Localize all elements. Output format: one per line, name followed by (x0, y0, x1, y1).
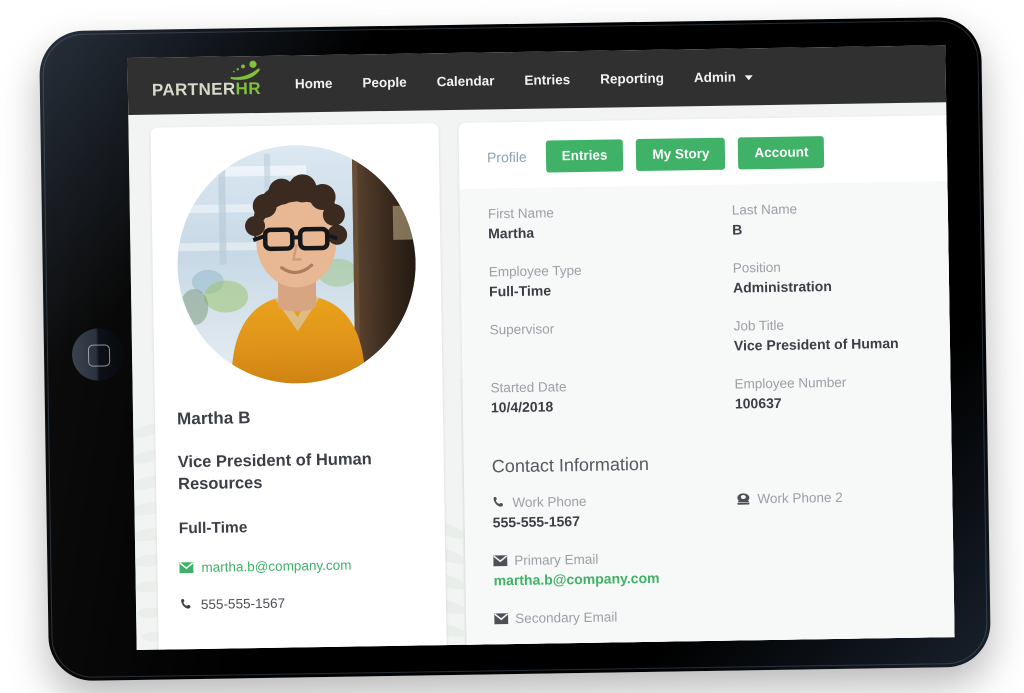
contact-label-text: Primary Email (514, 551, 599, 568)
nav-item-admin[interactable]: Admin (694, 69, 753, 85)
field-started-date: Started Date 10/4/2018 (490, 376, 711, 415)
tab-entries[interactable]: Entries (545, 139, 624, 172)
nav-label: Admin (693, 69, 737, 86)
tab-profile[interactable]: Profile (481, 148, 533, 166)
contact-label-text: Work Phone 2 (757, 489, 843, 506)
field-job-title: Job Title Vice President of Human (734, 315, 955, 354)
contact-secondary-email: Secondary Email (494, 607, 715, 646)
nav-label: People (362, 74, 407, 91)
field-first-name: First Name Martha (488, 202, 709, 241)
field-employee-type: Employee Type Full-Time (489, 260, 710, 299)
contact-work-phone: Work Phone 555-555-1567 (492, 491, 713, 530)
field-value: Full-Time (488, 281, 552, 299)
contact-information-heading: Contact Information (491, 453, 650, 476)
detail-body: First Name Martha Last Name B Employee T… (459, 180, 955, 650)
field-position: Position Administration (733, 257, 954, 296)
contact-work-phone-2: Work Phone 2 (736, 488, 954, 527)
field-value: 10/4/2018 (490, 397, 554, 415)
field-value: Administration (732, 277, 832, 296)
logo-text-partner: PARTNER (151, 79, 236, 100)
tab-bar: Profile Entries My Story Account (458, 115, 954, 189)
contact-value[interactable]: martha.b@company.com (493, 568, 713, 588)
nav-label: Reporting (600, 70, 665, 87)
employee-photo-icon (175, 143, 418, 386)
field-value: Vice President of Human (733, 334, 899, 354)
tablet-screen: PARTNER HR Home People Calendar Entries (127, 45, 955, 650)
profile-email-row[interactable]: martha.b@company.com (179, 556, 423, 575)
employee-detail-card: Profile Entries My Story Account First N… (458, 114, 955, 650)
contact-value (737, 507, 955, 527)
contact-label: Primary Email (493, 549, 713, 568)
envelope-icon (494, 612, 509, 624)
contact-value: 555-555-1567 (492, 512, 581, 530)
field-label: Employee Type (488, 262, 582, 279)
nav-label: Calendar (436, 73, 495, 90)
contact-fields-grid: Work Phone 555-555-1567 Work Phone 2 Pri… (492, 488, 954, 650)
nav-item-home[interactable]: Home (295, 76, 333, 92)
contact-secondary-email-spacer (737, 546, 954, 585)
tab-my-story[interactable]: My Story (636, 137, 726, 171)
nav-item-people[interactable]: People (362, 75, 406, 91)
nav-links: Home People Calendar Entries Reporting A… (295, 69, 783, 92)
field-supervisor: Supervisor (490, 318, 711, 357)
tablet-device: PARTNER HR Home People Calendar Entries (38, 16, 992, 682)
contact-label-text: Secondary Email (515, 608, 618, 626)
employee-profile-card: Martha B Vice President of Human Resourc… (150, 123, 447, 650)
tab-account[interactable]: Account (738, 136, 825, 169)
field-value: B (732, 220, 743, 238)
contact-primary-email: Primary Email martha.b@company.com (493, 549, 714, 588)
contact-label: Secondary Email (494, 607, 714, 626)
field-label: Supervisor (489, 320, 555, 337)
profile-phone-text: 555-555-1567 (200, 595, 286, 612)
avatar[interactable] (175, 143, 418, 386)
field-label: Started Date (490, 378, 567, 395)
contact-label: Work Phone (492, 491, 712, 510)
runner-figure-icon (230, 60, 260, 80)
contact-label: Work Phone 2 (736, 488, 954, 506)
field-last-name: Last Name B (732, 199, 953, 238)
chevron-down-icon (744, 75, 753, 81)
nav-item-calendar[interactable]: Calendar (437, 73, 495, 89)
contact-value (494, 626, 714, 646)
phone-icon (180, 598, 193, 611)
field-label: Last Name (731, 201, 798, 218)
field-employee-number: Employee Number 100637 (734, 373, 954, 412)
envelope-icon (493, 554, 508, 566)
profile-job-title: Vice President of Human Resources (177, 450, 372, 494)
nav-item-entries[interactable]: Entries (524, 72, 570, 88)
screenshot-root: PARTNER HR Home People Calendar Entries (0, 0, 1024, 693)
field-value: Martha (488, 224, 535, 241)
contact-label-text: Work Phone (512, 493, 587, 510)
nav-label: Entries (524, 72, 571, 88)
telephone-icon (736, 492, 750, 505)
envelope-icon (179, 561, 194, 573)
home-button[interactable] (71, 328, 125, 381)
field-label: First Name (487, 204, 554, 221)
page-body: Martha B Vice President of Human Resourc… (128, 102, 955, 650)
field-label: Job Title (733, 317, 785, 334)
field-value (490, 337, 710, 357)
profile-employee-type: Full-Time (178, 518, 248, 537)
nav-label: Home (294, 75, 333, 92)
profile-name: Martha B (176, 408, 251, 429)
profile-email-text: martha.b@company.com (201, 557, 352, 575)
field-label: Employee Number (734, 374, 847, 392)
phone-icon (492, 496, 505, 509)
employee-fields-grid: First Name Martha Last Name B Employee T… (488, 199, 955, 438)
nav-item-reporting[interactable]: Reporting (600, 71, 664, 87)
field-value: 100637 (734, 394, 782, 412)
profile-phone-row[interactable]: 555-555-1567 (180, 593, 424, 612)
field-label: Position (732, 259, 781, 276)
partnerhr-logo[interactable]: PARTNER HR (151, 60, 262, 100)
logo-text-hr: HR (235, 78, 262, 99)
